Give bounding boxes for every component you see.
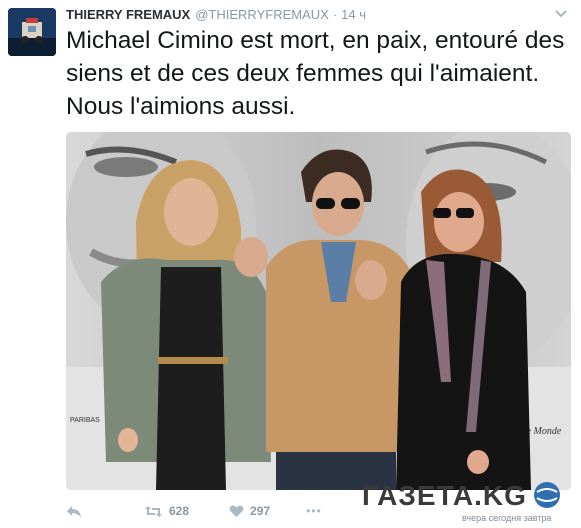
avatar-image — [8, 8, 56, 56]
timestamp[interactable]: 14 ч — [341, 7, 366, 22]
tweet-photo[interactable]: PARIBAS Le Monde — [66, 132, 571, 490]
avatar[interactable] — [8, 8, 56, 56]
more-button[interactable]: ••• — [306, 504, 322, 518]
user-handle[interactable]: @THIERRYFREMAUX — [195, 7, 329, 22]
globe-icon — [534, 482, 560, 508]
chevron-down-icon[interactable] — [553, 8, 569, 22]
more-icon: ••• — [306, 504, 322, 518]
reply-button[interactable] — [66, 505, 82, 518]
watermark-title: ГАЗЕТА.KG — [362, 480, 527, 511]
like-button[interactable]: 297 — [229, 504, 270, 518]
photo-illustration: PARIBAS Le Monde — [66, 132, 571, 490]
reply-icon — [67, 505, 81, 517]
tweet-header: THIERRY FREMAUX @THIERRYFREMAUX · 14 ч — [66, 7, 366, 25]
heart-icon — [229, 505, 244, 517]
display-name[interactable]: THIERRY FREMAUX — [66, 7, 190, 22]
retweet-icon — [145, 505, 162, 517]
watermark-subtitle: вчера сегодня завтра — [462, 513, 552, 523]
watermark: ГАЗЕТА.KG вчера сегодня завтра — [362, 480, 577, 524]
retweet-count: 628 — [169, 504, 190, 518]
tweet-text: Michael Cimino est mort, en paix, entour… — [66, 27, 565, 120]
separator-dot: · — [332, 7, 338, 22]
sponsor-left: PARIBAS — [70, 417, 100, 424]
like-count: 297 — [250, 504, 271, 518]
retweet-button[interactable]: 628 — [144, 504, 189, 518]
